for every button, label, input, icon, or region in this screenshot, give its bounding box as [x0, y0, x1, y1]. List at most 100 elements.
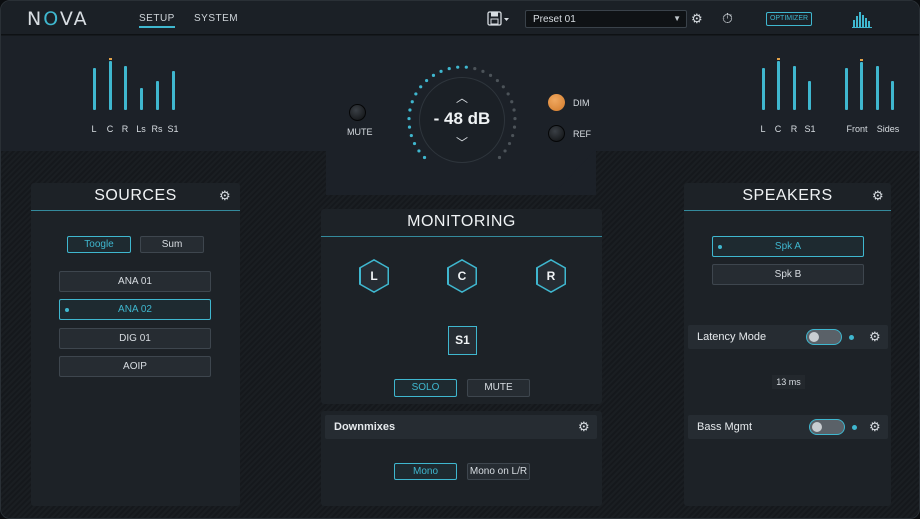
dial-dot: [439, 69, 443, 73]
source-item[interactable]: AOIP: [59, 356, 211, 377]
optimizer-button[interactable]: OPTIMIZER: [766, 12, 812, 26]
meter-bars-icon[interactable]: [852, 10, 872, 28]
nova-app-window: NOVA SETUP SYSTEM Preset 01 ▼ ⚙ ⏱ OPTIMI…: [0, 0, 920, 519]
dial-dot: [512, 108, 516, 112]
latency-led: [849, 335, 854, 340]
dial-dot: [447, 66, 451, 71]
volume-down-icon[interactable]: ﹀: [452, 134, 472, 151]
solo-button[interactable]: SOLO: [394, 379, 457, 397]
input-meters: L C R Ls Rs S1: [91, 56, 181, 134]
meter-bar: [762, 68, 765, 110]
monitoring-mute-button[interactable]: MUTE: [467, 379, 530, 397]
dim-label: DIM: [573, 98, 590, 108]
speaker-item-selected[interactable]: Spk A: [712, 236, 864, 257]
dial-dot: [511, 133, 515, 138]
meter-bar: [808, 81, 811, 110]
dial-dot: [410, 100, 414, 104]
tab-system[interactable]: SYSTEM: [194, 13, 238, 24]
save-icon[interactable]: [487, 11, 509, 27]
meter-label: R: [790, 124, 798, 134]
source-item[interactable]: ANA 01: [59, 271, 211, 292]
sum-mode-button[interactable]: Sum: [140, 236, 204, 253]
preset-gear-icon[interactable]: ⚙: [691, 11, 703, 27]
bass-mgmt-toggle[interactable]: [809, 419, 845, 435]
meter-label: Front: [846, 124, 868, 134]
dial-dot: [481, 69, 485, 73]
meter-bar: [891, 81, 894, 110]
dial-dot: [425, 78, 429, 83]
dial-dot: [513, 116, 517, 121]
tab-setup[interactable]: SETUP: [139, 13, 175, 28]
meter-label: Ls: [136, 124, 146, 134]
meter-bar: [172, 71, 175, 110]
stopwatch-icon[interactable]: ⏱: [722, 10, 733, 27]
dial-dot: [431, 73, 436, 77]
meter-label: R: [121, 124, 129, 134]
ref-button[interactable]: [548, 125, 565, 142]
dial-dot: [495, 78, 499, 83]
speaker-item[interactable]: Spk B: [712, 264, 864, 285]
dial-dot: [414, 92, 418, 96]
volume-up-icon[interactable]: ︿: [452, 89, 472, 106]
dial-dot: [506, 92, 510, 96]
mono-on-lr-button[interactable]: Mono on L/R: [467, 463, 530, 480]
dial-dot: [417, 149, 421, 153]
latency-gear-icon[interactable]: ⚙: [869, 329, 881, 345]
meter-label: S1: [804, 124, 816, 134]
dial-dot: [456, 65, 460, 69]
monitoring-title: MONITORING: [407, 213, 516, 230]
dial-dot: [473, 66, 477, 71]
channel-s1-button[interactable]: S1: [448, 326, 477, 355]
latency-value: 13 ms: [772, 375, 805, 389]
meter-bar: [109, 58, 112, 110]
meter-bar: [860, 59, 863, 110]
preset-select[interactable]: Preset 01 ▼: [525, 10, 687, 28]
downmixes-panel: Downmixes ⚙: [321, 411, 602, 506]
mono-button[interactable]: Mono: [394, 463, 457, 480]
dial-dot: [422, 155, 427, 160]
meter-bar: [140, 88, 143, 110]
dial-dot: [419, 85, 423, 89]
chevron-down-icon: ▼: [673, 14, 681, 23]
meter-label: Sides: [876, 124, 900, 134]
ref-label: REF: [573, 129, 591, 139]
sources-panel: SOURCES ⚙ Toogle Sum ANA 01 ANA 02 DIG 0…: [31, 183, 240, 506]
toogle-mode-button[interactable]: Toogle: [67, 236, 131, 253]
output-meters: L C R S1: [760, 56, 817, 134]
front-sides-meters: Front Sides: [843, 56, 899, 134]
dial-dot: [407, 125, 412, 129]
meter-bar: [845, 68, 848, 110]
downmixes-gear-icon[interactable]: ⚙: [578, 419, 590, 435]
volume-readout: - 48 dB: [433, 109, 491, 128]
bass-mgmt-label: Bass Mgmt: [697, 421, 753, 433]
latency-mode-label: Latency Mode: [697, 331, 767, 343]
dial-dot: [501, 85, 505, 89]
source-item-selected[interactable]: ANA 02: [59, 299, 211, 320]
dial-dot: [408, 108, 412, 112]
meter-label: L: [760, 124, 766, 134]
mute-button[interactable]: [349, 104, 366, 121]
speakers-title: SPEAKERS: [742, 187, 833, 204]
selected-indicator: [718, 244, 722, 249]
bass-gear-icon[interactable]: ⚙: [869, 419, 881, 435]
dial-dot: [503, 149, 507, 153]
sources-gear-icon[interactable]: ⚙: [219, 188, 231, 204]
dim-button[interactable]: [548, 94, 565, 111]
divider: [31, 210, 240, 211]
monitoring-panel: MONITORING: [321, 209, 602, 404]
sources-title: SOURCES: [94, 187, 177, 204]
meter-label: C: [774, 124, 782, 134]
dial-dot: [407, 116, 411, 121]
meter-label: L: [91, 124, 97, 134]
meter-bar: [777, 58, 780, 110]
dial-dot: [464, 65, 468, 69]
meter-bar: [793, 66, 796, 110]
source-item[interactable]: DIG 01: [59, 328, 211, 349]
latency-mode-toggle[interactable]: [806, 329, 842, 345]
speakers-gear-icon[interactable]: ⚙: [872, 188, 884, 204]
dial-dot: [497, 155, 502, 160]
meter-label: S1: [167, 124, 179, 134]
dial-dot: [507, 141, 512, 146]
divider: [321, 236, 602, 237]
dial-dot: [512, 125, 517, 129]
